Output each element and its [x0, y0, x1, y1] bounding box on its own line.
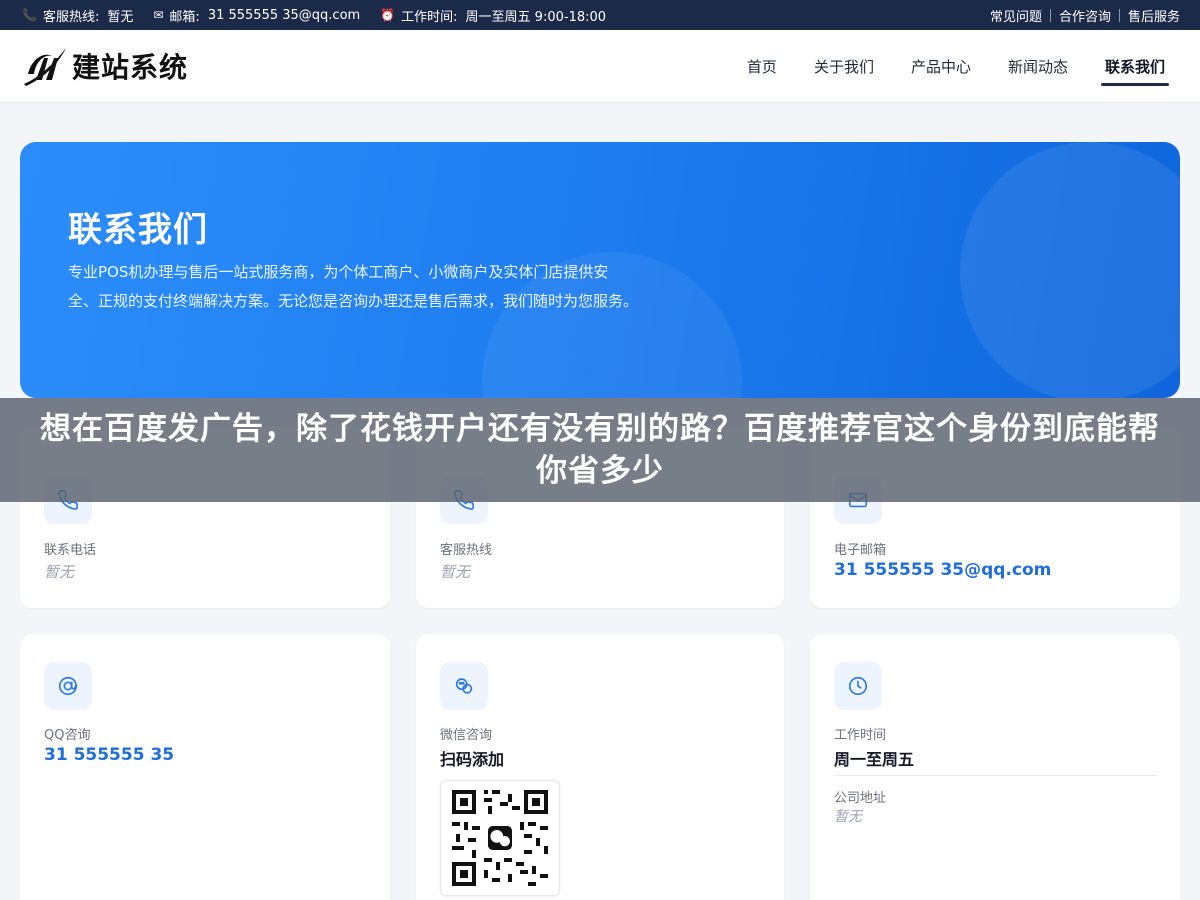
logo-text: 建站系统	[72, 51, 189, 84]
clock-icon	[834, 662, 882, 710]
divider	[1118, 8, 1120, 22]
article-headline: 想在百度发广告，除了花钱开户还有没有别的路？百度推荐官这个身份到底能帮你省多少	[40, 411, 1160, 489]
wechat-qr-code	[440, 780, 560, 896]
hours-value: 周一至周五 9:00-18:00	[465, 9, 607, 25]
wechat-icon	[440, 662, 488, 710]
hours-info: ⏰ 工作时间: 周一至周五 9:00-18:00	[380, 6, 606, 25]
address-value: 暂无	[834, 809, 862, 825]
hours-value: 周一至周五	[834, 750, 915, 769]
qq-value[interactable]: 31 555555 35	[44, 745, 174, 765]
hotline-value: 暂无	[440, 563, 471, 581]
qq-icon	[44, 662, 92, 710]
faq-link[interactable]: 常见问题	[990, 6, 1042, 25]
address-label: 公司地址	[834, 791, 887, 806]
main-nav: 首页 关于我们 产品中心 新闻动态 联系我们	[710, 30, 1170, 102]
nav-products[interactable]: 产品中心	[911, 30, 971, 102]
email-info: ✉ 邮箱: 31 555555 35@qq.com	[153, 6, 360, 25]
hours-label: 工作时间	[834, 728, 887, 743]
article-headline-banner: 想在百度发广告，除了花钱开户还有没有别的路？百度推荐官这个身份到底能帮你省多少	[0, 398, 1200, 502]
site-header: 建站系统 首页 关于我们 产品中心 新闻动态 联系我们	[0, 30, 1200, 102]
cooperation-link[interactable]: 合作咨询	[1059, 6, 1111, 25]
hours-label: 工作时间:	[401, 9, 458, 25]
qq-card: QQ咨询 31 555555 35	[20, 634, 390, 900]
wechat-label: 微信咨询	[440, 728, 493, 743]
email-value[interactable]: 31 555555 35@qq.com	[834, 560, 1051, 580]
divider	[1049, 8, 1051, 22]
phone-label: 联系电话	[44, 543, 97, 558]
site-logo[interactable]: 建站系统	[22, 44, 188, 88]
hotline-info: 📞 客服热线: 暂无	[22, 6, 133, 25]
hotline-label: 客服热线	[440, 543, 493, 558]
email-value: 31 555555 35@qq.com	[207, 7, 361, 23]
nav-about[interactable]: 关于我们	[814, 30, 874, 102]
qq-label: QQ咨询	[44, 728, 91, 743]
alarm-clock-icon: ⏰	[380, 8, 396, 22]
phone-icon: 📞	[22, 8, 37, 22]
hero-banner: 联系我们 专业POS机办理与售后一站式服务商，为个体工商户、小微商户及实体门店提…	[20, 142, 1180, 398]
wechat-value: 扫码添加	[440, 750, 505, 769]
nav-home[interactable]: 首页	[747, 30, 777, 102]
wechat-card: 微信咨询 扫码添加	[416, 634, 784, 900]
divider	[834, 775, 1156, 776]
top-contact-info: 📞 客服热线: 暂无 ✉ 邮箱: 31 555555 35@qq.com ⏰ 工…	[22, 6, 626, 25]
hours-card: 工作时间 周一至周五 公司地址 暂无	[810, 634, 1180, 900]
decorative-circle	[960, 142, 1180, 398]
email-label: 邮箱:	[169, 9, 200, 25]
nav-contact[interactable]: 联系我们	[1100, 30, 1170, 102]
hero-description: 专业POS机办理与售后一站式服务商，为个体工商户、小微商户及实体门店提供安全、正…	[68, 263, 639, 310]
logo-mark-icon	[24, 48, 66, 86]
page-title: 联系我们	[68, 210, 208, 250]
email-label: 电子邮箱	[834, 543, 887, 558]
hotline-value: 暂无	[107, 9, 134, 25]
top-info-bar: 📞 客服热线: 暂无 ✉ 邮箱: 31 555555 35@qq.com ⏰ 工…	[0, 0, 1200, 30]
after-sales-link[interactable]: 售后服务	[1128, 6, 1180, 25]
hotline-label: 客服热线:	[42, 9, 100, 25]
qr-code-icon	[448, 786, 552, 890]
nav-news[interactable]: 新闻动态	[1008, 30, 1068, 102]
mail-icon: ✉	[153, 8, 164, 22]
top-links: 常见问题 合作咨询 售后服务	[990, 6, 1180, 25]
phone-value: 暂无	[44, 563, 75, 581]
